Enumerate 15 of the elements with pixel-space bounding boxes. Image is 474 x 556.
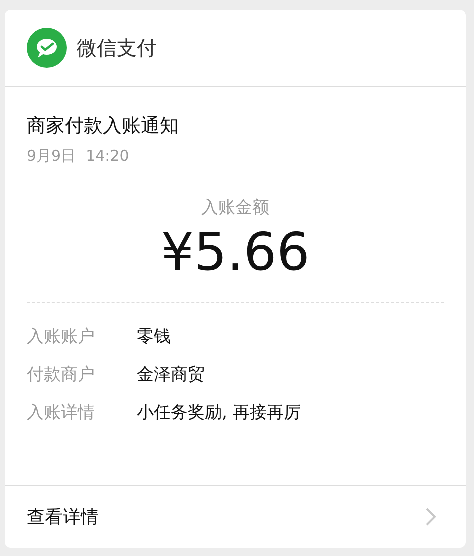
detail-value: 金泽商贸 [137, 364, 205, 386]
app-name: 微信支付 [77, 34, 157, 62]
amount-value: ¥5.66 [160, 225, 311, 282]
view-details-link[interactable]: 查看详情 [27, 505, 99, 529]
detail-label: 入账详情 [27, 402, 96, 424]
detail-value: 小任务奖励, 再接再厉 [137, 402, 301, 424]
amount-label: 入账金额 [200, 197, 270, 219]
notice-time: 14:20 [86, 147, 130, 166]
detail-label: 付款商户 [27, 364, 96, 386]
detail-value: 零钱 [137, 326, 171, 348]
detail-label: 入账账户 [27, 326, 96, 348]
notice-title: 商家付款入账通知 [27, 114, 180, 139]
notice-date: 9月9日 [27, 147, 76, 166]
chevron-icon [426, 508, 436, 526]
chat-bubble-check-icon [27, 28, 67, 68]
